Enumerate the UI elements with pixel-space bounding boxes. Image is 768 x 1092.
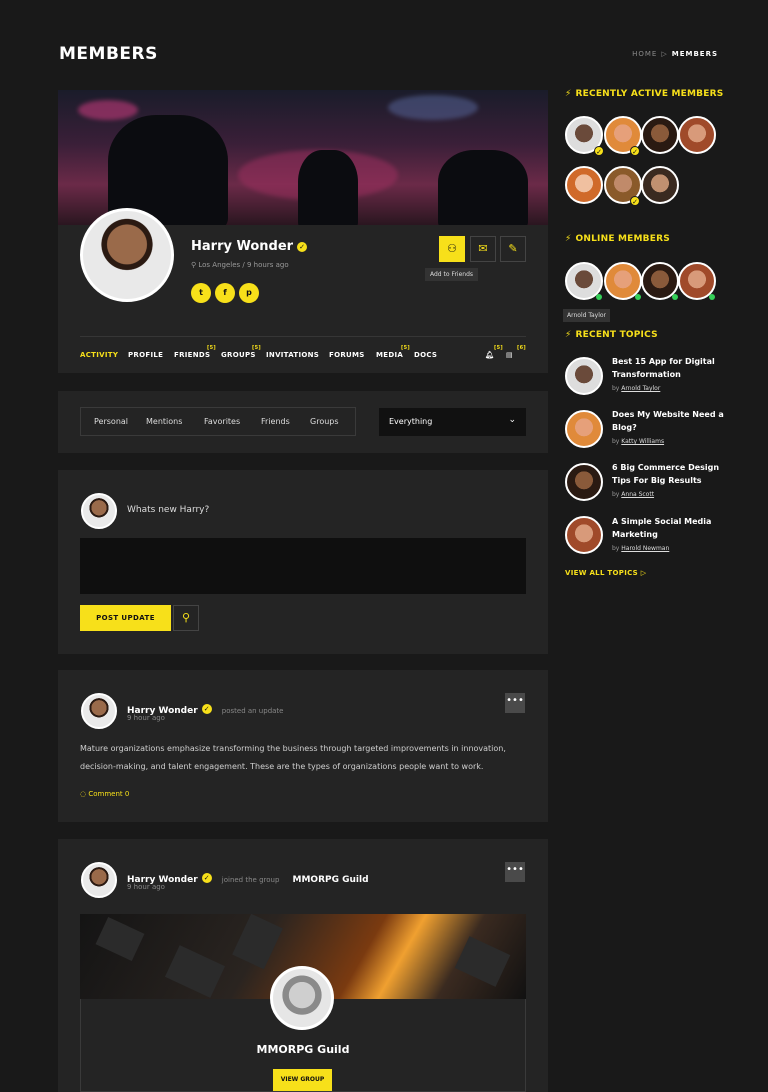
post-update-button[interactable]: POST UPDATE bbox=[80, 605, 171, 631]
page-title: MEMBERS bbox=[59, 44, 158, 64]
filter-tab-friends[interactable]: Friends bbox=[261, 417, 290, 426]
member-avatar[interactable] bbox=[565, 166, 603, 204]
activity-time: 9 hour ago bbox=[127, 883, 165, 891]
topic-avatar bbox=[565, 463, 603, 501]
filter-tab-mentions[interactable]: Mentions bbox=[146, 417, 182, 426]
avatar bbox=[81, 693, 117, 729]
topic-author: by Anna Scott bbox=[612, 491, 655, 498]
filter-tab-groups[interactable]: Groups bbox=[310, 417, 339, 426]
tab-invitations[interactable]: INVITATIONS bbox=[266, 351, 319, 359]
tab-friends[interactable]: FRIENDS [5] bbox=[174, 345, 216, 359]
more-options-button[interactable]: ••• bbox=[505, 693, 525, 713]
profile-name: Harry Wonder ✓ bbox=[191, 239, 308, 254]
member-avatar[interactable] bbox=[641, 166, 679, 204]
more-icon: ••• bbox=[506, 695, 524, 706]
tab-profile[interactable]: PROFILE bbox=[128, 351, 163, 359]
profile-divider bbox=[80, 336, 526, 337]
arrow-right-icon: ▷ bbox=[640, 569, 647, 577]
pinterest-icon[interactable]: p bbox=[239, 283, 259, 303]
profile-cover-image bbox=[58, 90, 548, 225]
breadcrumb-current: MEMBERS bbox=[671, 50, 718, 58]
view-all-topics-link[interactable]: VIEW ALL TOPICS ▷ bbox=[565, 569, 646, 577]
avatar bbox=[81, 493, 117, 529]
bolt-icon: ⚡︎ bbox=[565, 89, 572, 99]
tab-activity[interactable]: ACTIVITY bbox=[80, 351, 118, 359]
recent-topics-heading: ⚡︎ RECENT TOPICS bbox=[565, 330, 658, 340]
topic-avatar bbox=[565, 357, 603, 395]
profile-location: ⚲ Los Angeles / 9 hours ago bbox=[191, 261, 289, 269]
more-icon: ••• bbox=[506, 864, 524, 875]
online-indicator bbox=[596, 294, 602, 300]
verified-icon: ✓ bbox=[201, 703, 212, 714]
post-prompt: Whats new Harry? bbox=[127, 505, 210, 515]
group-title[interactable]: MMORPG Guild bbox=[80, 1043, 526, 1056]
activity-text: Mature organizations emphasize transform… bbox=[80, 744, 506, 771]
view-group-button[interactable]: VIEW GROUP bbox=[273, 1069, 332, 1091]
twitter-icon[interactable]: t bbox=[191, 283, 211, 303]
member-tooltip: Arnold Taylor bbox=[563, 309, 611, 322]
bell-icon: 🔔︎ bbox=[485, 351, 495, 359]
filter-tab-favorites[interactable]: Favorites bbox=[204, 417, 240, 426]
activity-action: posted an update bbox=[221, 707, 284, 715]
bolt-icon: ⚡︎ bbox=[565, 234, 572, 244]
comment-button[interactable]: ◌ Comment 0 bbox=[80, 790, 129, 798]
verified-icon: ✓ bbox=[201, 872, 212, 883]
activity-type-select[interactable]: Everything ⌄ bbox=[379, 408, 526, 436]
verified-icon: ✓ bbox=[630, 196, 640, 206]
verified-icon: ✓ bbox=[630, 146, 640, 156]
breadcrumb-home[interactable]: HOME bbox=[632, 50, 657, 58]
online-indicator bbox=[672, 294, 678, 300]
member-avatar[interactable] bbox=[641, 116, 679, 154]
post-textarea[interactable] bbox=[80, 538, 526, 594]
pencil-icon: ✎ bbox=[508, 242, 518, 255]
member-avatar[interactable] bbox=[678, 116, 716, 154]
paperclip-icon: ⚲ bbox=[181, 611, 191, 624]
avatar bbox=[81, 862, 117, 898]
online-indicator bbox=[709, 294, 715, 300]
verified-icon: ✓ bbox=[297, 241, 308, 252]
activity-time: 9 hour ago bbox=[127, 714, 165, 722]
breadcrumb: HOME ▷ MEMBERS bbox=[632, 50, 718, 58]
message-button[interactable]: ✉ bbox=[470, 236, 496, 262]
add-friend-tooltip: Add to Friends bbox=[425, 268, 479, 281]
attach-button[interactable]: ⚲ bbox=[173, 605, 199, 631]
facebook-icon[interactable]: f bbox=[215, 283, 235, 303]
topic-title[interactable]: A Simple Social Media Marketing bbox=[612, 515, 732, 541]
chevron-down-icon: ⌄ bbox=[508, 415, 516, 425]
topic-title[interactable]: Does My Website Need a Blog? bbox=[612, 408, 732, 434]
add-friend-button[interactable]: ⚇ bbox=[439, 236, 465, 262]
topic-author: by Harold Newman bbox=[612, 545, 670, 552]
more-options-button[interactable]: ••• bbox=[505, 862, 525, 882]
topic-avatar bbox=[565, 410, 603, 448]
messages-button[interactable]: ▤ [6] bbox=[506, 345, 526, 359]
recent-members-heading: ⚡︎ RECENTLY ACTIVE MEMBERS bbox=[565, 89, 724, 99]
filter-tab-personal[interactable]: Personal bbox=[94, 417, 128, 426]
tab-forums[interactable]: FORUMS bbox=[329, 351, 365, 359]
group-avatar bbox=[270, 966, 334, 1030]
online-indicator bbox=[635, 294, 641, 300]
profile-avatar bbox=[80, 208, 174, 302]
chat-icon: ▤ bbox=[506, 351, 513, 359]
tab-docs[interactable]: DOCS bbox=[414, 351, 437, 359]
group-link[interactable]: MMORPG Guild bbox=[293, 875, 369, 885]
mail-icon: ✉ bbox=[478, 242, 488, 255]
activity-action: joined the group bbox=[221, 876, 280, 884]
topic-title[interactable]: Best 15 App for Digital Transformation bbox=[612, 355, 732, 381]
location-pin-icon: ⚲ bbox=[191, 261, 197, 269]
bolt-icon: ⚡︎ bbox=[565, 330, 572, 340]
topic-title[interactable]: 6 Big Commerce Design Tips For Big Resul… bbox=[612, 461, 732, 487]
topic-author: by Arnold Taylor bbox=[612, 385, 661, 392]
add-user-icon: ⚇ bbox=[447, 242, 457, 255]
online-members-heading: ⚡︎ ONLINE MEMBERS bbox=[565, 234, 670, 244]
verified-icon: ✓ bbox=[594, 146, 604, 156]
tab-media[interactable]: MEDIA [5] bbox=[376, 345, 410, 359]
topic-avatar bbox=[565, 516, 603, 554]
tab-groups[interactable]: GROUPS [5] bbox=[221, 345, 261, 359]
edit-profile-button[interactable]: ✎ bbox=[500, 236, 526, 262]
topic-author: by Katty Williams bbox=[612, 438, 665, 445]
comment-icon: ◌ bbox=[80, 790, 87, 798]
breadcrumb-separator: ▷ bbox=[661, 50, 668, 58]
notifications-button[interactable]: 🔔︎ [5] bbox=[485, 345, 503, 359]
